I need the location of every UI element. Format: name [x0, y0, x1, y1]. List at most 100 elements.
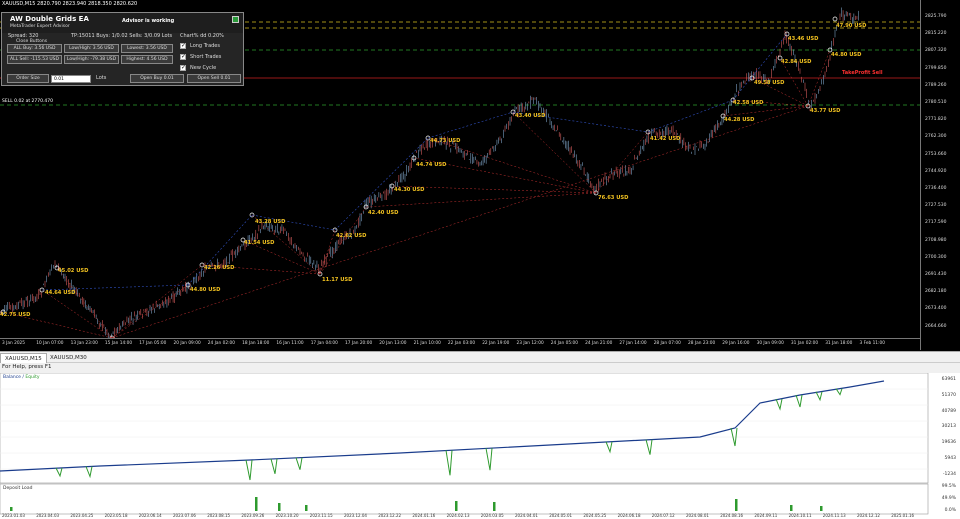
close-lowest-button[interactable]: Lowest: 3.56 USD [121, 44, 173, 53]
tester-legend: Balance / Equity [3, 375, 40, 380]
deposit-load-bar [305, 505, 308, 511]
deposit-axis-label: 0.0% [944, 508, 956, 513]
time-tick-label: 24 Jan 21:00 [585, 341, 613, 346]
deposit-axis-label: 49.9% [941, 496, 956, 501]
tester-date-label: 2024.07.12 [651, 513, 675, 518]
price-tick-label: 2673.400 [925, 306, 947, 312]
tester-graph: Balance / Equity Deposit Load 63961 51370… [0, 373, 960, 519]
trade-profit-label: 44.73 USD [430, 138, 461, 144]
time-tick-label: 22 Jan 03:00 [447, 341, 476, 346]
trade-profit-label: 47.90 USD [836, 23, 867, 29]
ea-title: AW Double Grids EA [10, 15, 89, 23]
trade-profit-label: 44.80 USD [831, 52, 862, 58]
new-cycle-label: New Cycle [190, 65, 217, 71]
tester-axis-label: 51370 [941, 392, 956, 398]
short-trades-checkbox[interactable] [180, 53, 186, 60]
long-trades-checkbox[interactable] [180, 42, 186, 49]
open-sell-button[interactable]: Open Sell 0.01 [187, 74, 241, 83]
ea-close-icon[interactable] [232, 16, 239, 23]
open-buy-button[interactable]: Open Buy 0.01 [130, 74, 184, 83]
time-tick-label: 24 Jan 05:00 [550, 341, 579, 346]
trade-profit-label: 41.42 USD [650, 136, 681, 142]
price-tick-label: 2825.790 [925, 14, 947, 19]
price-tick-label: 2717.590 [925, 220, 947, 226]
time-tick-label: 29 Jan 16:00 [722, 341, 750, 346]
close-low-high-sell-button[interactable]: Low/High: -79.38 USD [64, 55, 119, 64]
tester-date-label: 2024.12.12 [857, 513, 880, 518]
trade-link-line [111, 264, 203, 339]
price-tick-label: 2736.400 [925, 186, 947, 191]
time-tick-label: 22 Jan 19:00 [482, 341, 510, 346]
tester-plot-area [0, 373, 929, 484]
trade-link-line [722, 105, 809, 117]
long-trades-label: Long Trades [190, 43, 220, 49]
order-size-label: Order Size [7, 74, 49, 83]
close-all-sell-button[interactable]: ALL Sell: -115.53 USD [7, 55, 62, 64]
time-tick-label: 17 Jan 04:00 [310, 341, 338, 346]
tester-axis-label: 30213 [941, 424, 956, 430]
tester-date-label: 2023.12.04 [344, 513, 367, 518]
price-tick-label: 2682.180 [925, 289, 947, 295]
trade-profit-label: 76.63 USD [598, 195, 629, 201]
time-tick-label: 24 Jan 02:00 [207, 341, 236, 346]
time-tick-label: 17 Jan 05:00 [139, 341, 167, 346]
deposit-load-bar [255, 497, 258, 511]
tester-date-label: 2023.09.26 [241, 513, 265, 518]
price-tick-label: 2780.510 [925, 100, 947, 105]
tester-axis-label: 19636 [941, 440, 956, 446]
deposit-load-bar [10, 507, 13, 511]
price-tick-label: 2789.260 [925, 82, 947, 88]
tab-xauusd-m15[interactable]: XAUUSD,M15 [0, 353, 47, 363]
close-highest-button[interactable]: Highest: 4.56 USD [121, 55, 173, 64]
price-tick-label: 2762.300 [925, 134, 947, 140]
order-size-input[interactable]: 0.01 [51, 75, 91, 83]
status-bar: For Help, press F1 [0, 363, 960, 373]
price-tick-label: 2753.660 [925, 151, 947, 157]
tester-date-label: 2024.08.16 [720, 513, 744, 518]
trade-profit-label: 43.46 USD [788, 36, 819, 42]
price-tick-label: 2664.660 [925, 323, 947, 329]
deposit-axis-label: 99.5% [941, 484, 956, 489]
trade-link-line [41, 289, 113, 339]
deposit-plot-area [0, 483, 929, 515]
price-tick-label: 2744.920 [925, 168, 947, 174]
price-chart[interactable]: 42.75 USD44.64 USD45.02 USD42.81 USD44.8… [0, 0, 960, 350]
time-tick-label: 31 Jan 18:00 [825, 341, 853, 346]
time-tick-label: 13 Jan 23:00 [70, 341, 98, 346]
tester-date-label: 2023.12.22 [378, 513, 402, 518]
price-axis[interactable]: 2825.790 2815.220 2807.320 2799.850 2789.260… [920, 0, 960, 350]
tester-date-label: 2023.04.03 [36, 513, 60, 518]
trend-line [732, 33, 788, 101]
ea-header: AW Double Grids EA MetaTrader Expert Adv… [2, 13, 243, 33]
new-cycle-checkbox[interactable] [180, 64, 186, 71]
ea-chart-dd: Chart% dd 0.20% [180, 33, 224, 39]
tester-date-label: 2023.10.20 [275, 513, 299, 518]
trend-line [334, 137, 429, 231]
tester-date-label: 2023.04.25 [70, 513, 94, 518]
take-profit-sell-label: TakeProfit Sell [842, 70, 883, 76]
tester-date-label: 2024.01.16 [412, 513, 436, 518]
tab-xauusd-m30[interactable]: XAUUSD,M30 [46, 353, 91, 363]
tester-date-label: 2023.08.15 [207, 513, 231, 518]
tester-date-label: 2024.05.01 [549, 513, 573, 518]
close-low-high-buy-button[interactable]: Low/High: 3.56 USD [64, 44, 119, 53]
chart-symbol-title: XAUUSD,M15 2820.790 2823.940 2818.350 28… [2, 1, 138, 7]
tester-canvas [0, 373, 929, 515]
trade-profit-label: 43.28 USD [255, 219, 286, 225]
trade-profit-label: 44.74 USD [416, 162, 447, 168]
deposit-load-bar [790, 505, 793, 511]
short-trades-label: Short Trades [190, 54, 222, 60]
ea-tp-info: TP:15011 Buys: 1/0.02 Sells: 3/0.09 Lots [71, 33, 173, 39]
trade-profit-label: 43.77 USD [810, 108, 841, 114]
time-tick-label: 28 Jan 23:00 [688, 341, 716, 346]
trade-profit-label: 42.58 USD [733, 100, 764, 106]
deposit-load-label: Deposit Load [3, 486, 33, 491]
legend-balance: Balance [3, 375, 21, 380]
time-tick-label: 16 Jan 11:00 [276, 341, 304, 346]
trade-profit-label: 11.17 USD [322, 277, 353, 283]
time-axis[interactable]: 3 Jan 2025 10 Jan 07:00 13 Jan 23:00 15 Jan… [0, 338, 920, 350]
close-all-buy-button[interactable]: ALL Buy: 3.56 USD [7, 44, 62, 53]
deposit-load-bar [455, 501, 458, 511]
time-tick-label: 28 Jan 07:00 [653, 341, 681, 346]
tester-date-label: 2024.09.11 [754, 513, 778, 518]
